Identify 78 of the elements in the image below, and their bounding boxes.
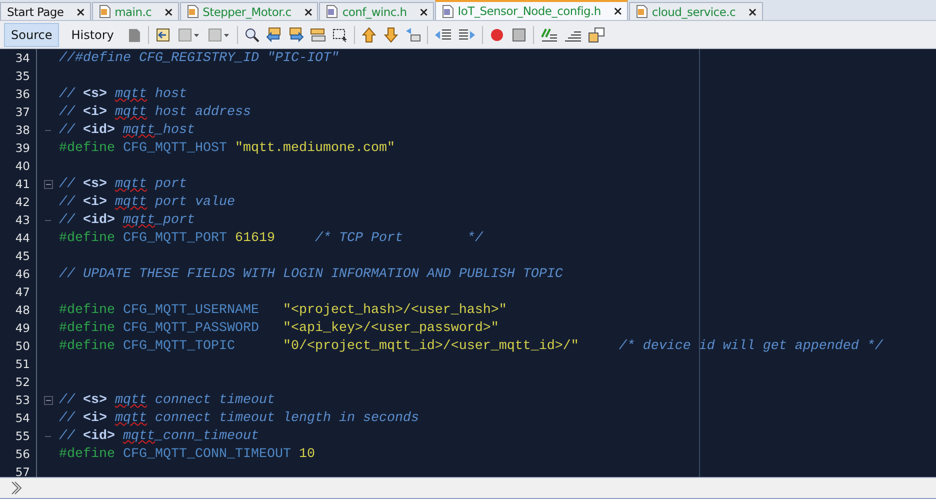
file-tab[interactable]: Stepper_Motor.c ×	[180, 2, 318, 20]
macro-icon[interactable]	[540, 26, 558, 42]
file-tab[interactable]: Start Page ×	[0, 2, 91, 20]
file-icon	[442, 4, 454, 18]
file-icon	[326, 5, 338, 18]
line-number: 48	[0, 301, 37, 319]
line-number: 46	[0, 265, 37, 283]
up-arrow-icon[interactable]	[360, 26, 377, 42]
back-icon[interactable]	[154, 26, 171, 42]
line-number: 54	[0, 409, 37, 427]
close-icon[interactable]: ×	[748, 4, 758, 18]
line-number: 45	[0, 247, 37, 265]
stop-icon[interactable]	[510, 26, 527, 42]
line-number: 34	[0, 49, 37, 67]
line-number: 44	[0, 229, 37, 247]
file-tab[interactable]: conf_winc.h ×	[319, 2, 434, 20]
shift-right-icon[interactable]	[458, 26, 476, 42]
file-tab[interactable]: IoT_Sensor_Node_config.h ×	[434, 0, 628, 20]
line-number: 39	[0, 139, 37, 157]
line-number: 50	[0, 337, 37, 355]
code-line: #define CFG_MQTT_USERNAME "<project_hash>/<user_hash>"	[59, 302, 507, 318]
line-number: 42	[0, 193, 37, 211]
code-line: #define CFG_MQTT_PORT 61619 /* TCP Port */	[59, 230, 483, 246]
view-mode-button[interactable]: Source	[4, 22, 60, 46]
close-icon[interactable]: ×	[164, 4, 174, 18]
code-line: // <i> mqtt connect timeout length in seconds	[59, 410, 419, 426]
view-mode-button[interactable]: History	[65, 24, 120, 46]
close-icon[interactable]: ×	[76, 4, 86, 18]
record-icon[interactable]	[488, 26, 505, 42]
code-line: // <i> mqtt port value	[59, 194, 235, 210]
right-arrow-icon[interactable]	[288, 26, 304, 42]
code-line: #define CFG_MQTT_PASSWORD "<api_key>/<user_password>"	[59, 320, 499, 336]
shift-left-icon[interactable]	[434, 26, 452, 42]
line-number: 49	[0, 319, 37, 337]
line-number: 36	[0, 85, 37, 103]
file-icon	[98, 5, 111, 18]
file-icon	[636, 5, 648, 18]
line-number: 40	[0, 157, 37, 175]
code-line: // <s> mqtt port	[59, 176, 187, 192]
file-icon	[186, 5, 199, 18]
chevron-icon[interactable]	[10, 481, 22, 495]
line-number: 52	[0, 373, 37, 391]
line-number: 56	[0, 445, 37, 463]
line-number: 37	[0, 103, 37, 121]
line-number: 51	[0, 355, 37, 373]
line-number: 47	[0, 283, 37, 301]
line-number: 55	[0, 427, 37, 445]
code-line: // UPDATE THESE FIELDS WITH LOGIN INFORMATION AND PUBLISH TOPIC	[59, 266, 563, 282]
down-arrow-icon[interactable]	[382, 26, 399, 42]
code-line: #define CFG_MQTT_CONN_TIMEOUT 10	[59, 446, 315, 462]
code-line: //#define CFG_REGISTRY_ID "PIC-IOT"	[59, 50, 339, 66]
line-number: 38	[0, 121, 37, 139]
line-number: 43	[0, 211, 37, 229]
code-line: // <s> mqtt connect timeout	[59, 392, 275, 408]
close-icon[interactable]: ×	[303, 4, 314, 18]
code-line: #define CFG_MQTT_TOPIC "0/<project_mqtt_id>/<user_mqtt_id>/" /* device id will get appended */	[59, 338, 883, 354]
close-icon[interactable]: ×	[612, 4, 623, 18]
close-icon[interactable]: ×	[418, 4, 429, 18]
shapes-icon[interactable]	[404, 26, 421, 42]
windows-icon[interactable]	[588, 26, 606, 42]
left-arrow-icon[interactable]	[266, 26, 282, 42]
selection-icon[interactable]	[332, 26, 348, 42]
code-line: // <s> mqtt host	[59, 86, 187, 102]
code-line: // <id> mqtt_host	[59, 122, 195, 138]
code-line: // <i> mqtt host address	[59, 104, 251, 120]
collapse-icon[interactable]	[44, 396, 52, 404]
code-line: // <id> mqtt_conn_timeout	[59, 428, 259, 444]
file-tab[interactable]: cloud_service.c ×	[628, 2, 763, 20]
file-tab[interactable]: main.c ×	[92, 2, 179, 20]
search-icon[interactable]	[244, 26, 260, 42]
code-line: // <id> mqtt_port	[59, 212, 195, 228]
highlight-icon[interactable]	[310, 26, 326, 42]
line-number: 53	[0, 391, 37, 409]
code-line: #define CFG_MQTT_HOST "mqtt.mediumone.com"	[59, 140, 395, 156]
code-editor[interactable]	[0, 49, 936, 477]
line-number: 35	[0, 67, 37, 85]
line-number: 41	[0, 175, 37, 193]
collapse-icon[interactable]	[44, 180, 52, 188]
